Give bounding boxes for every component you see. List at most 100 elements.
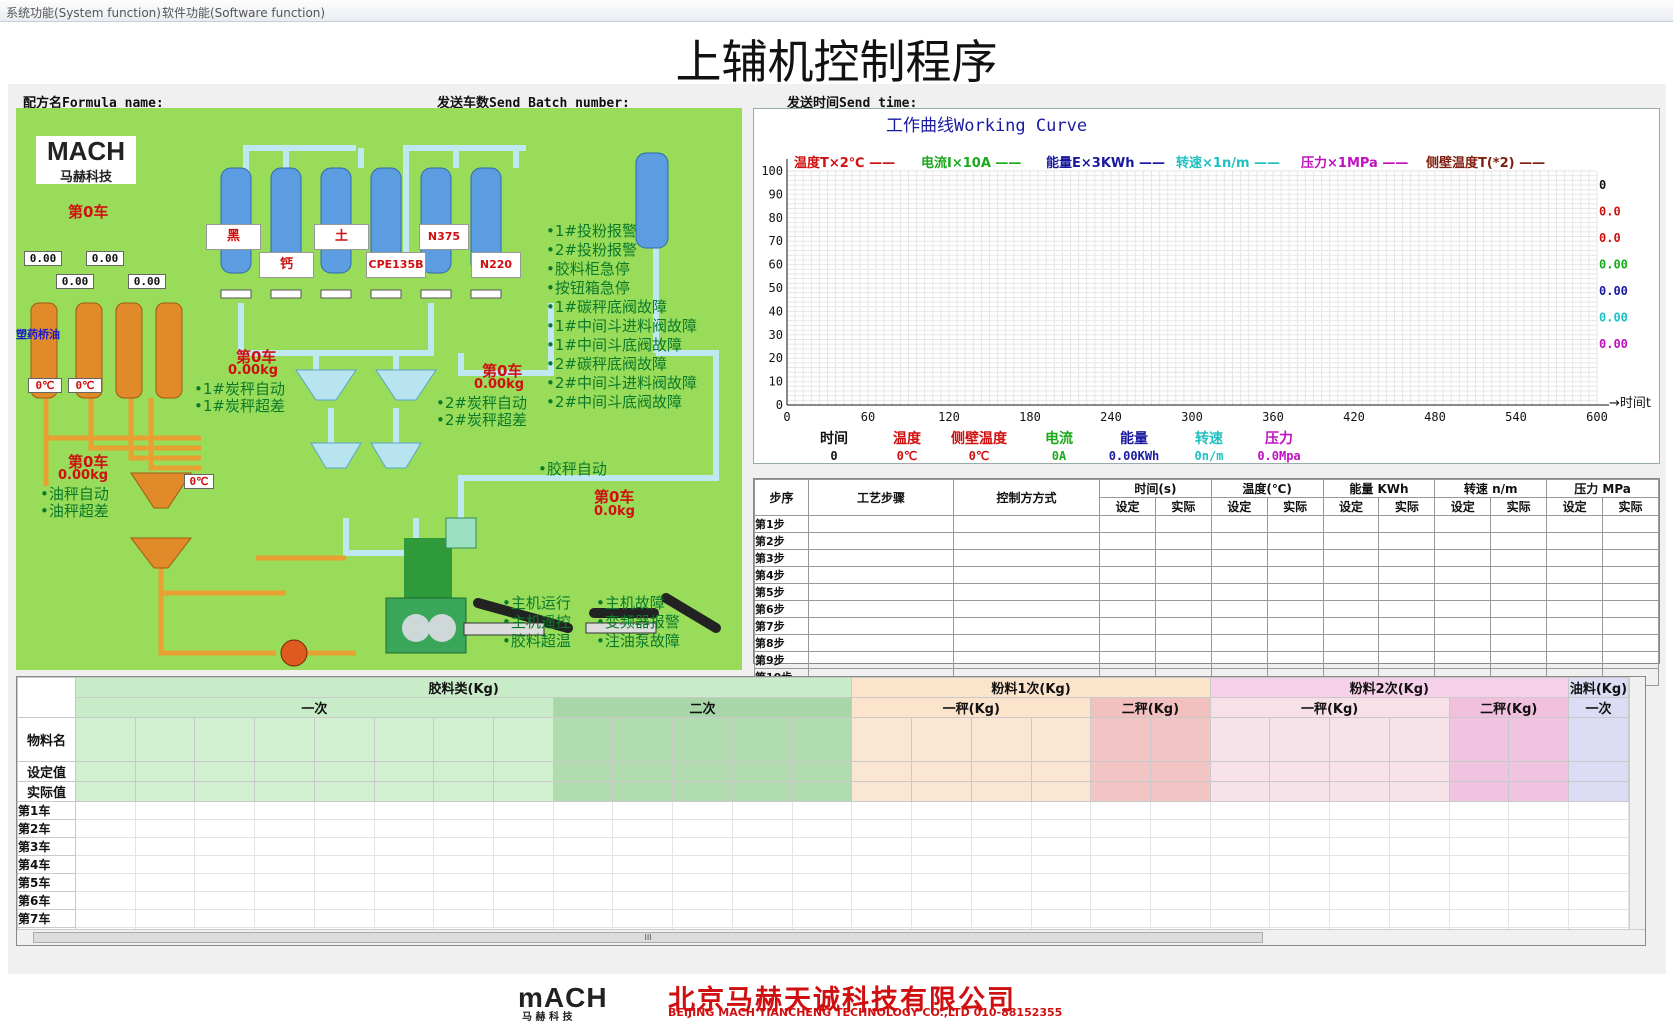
step-cell[interactable]	[808, 566, 954, 584]
material-cell[interactable]	[254, 909, 315, 928]
material-cell[interactable]	[672, 891, 733, 910]
material-cell[interactable]	[75, 717, 136, 762]
step-cell[interactable]	[1154, 617, 1212, 635]
material-cell[interactable]	[314, 946, 374, 947]
material-cell[interactable]	[1030, 909, 1092, 928]
material-cell[interactable]	[1388, 855, 1450, 874]
material-cell[interactable]	[672, 717, 733, 762]
material-cell[interactable]	[1269, 761, 1331, 782]
step-cell[interactable]	[1099, 549, 1156, 567]
material-cell[interactable]	[1508, 891, 1569, 910]
table-row[interactable]: 第3车	[17, 837, 1630, 856]
step-cell[interactable]	[1434, 583, 1492, 601]
material-cell[interactable]	[1269, 873, 1331, 892]
material-cell[interactable]	[194, 819, 256, 838]
material-cell[interactable]	[552, 855, 614, 874]
table-row[interactable]: 第7步	[754, 617, 1659, 635]
step-cell[interactable]	[1378, 532, 1436, 550]
material-cell[interactable]	[313, 891, 375, 910]
material-cell[interactable]	[791, 819, 853, 838]
step-cell[interactable]	[953, 566, 1100, 584]
material-cell[interactable]	[673, 946, 733, 947]
material-cell[interactable]	[1269, 819, 1331, 838]
material-cell[interactable]	[970, 761, 1032, 782]
material-cell[interactable]	[612, 761, 674, 782]
material-cell[interactable]	[373, 717, 435, 762]
material-cell[interactable]	[1448, 761, 1510, 782]
material-cell[interactable]	[313, 781, 375, 802]
material-cell[interactable]	[75, 801, 136, 820]
material-cell[interactable]	[493, 855, 554, 874]
material-cell[interactable]	[612, 909, 674, 928]
material-cell[interactable]	[1568, 946, 1628, 947]
table-row[interactable]: 第2步	[754, 532, 1659, 550]
material-cell[interactable]	[194, 717, 256, 762]
material-cell[interactable]	[552, 801, 614, 820]
material-cell[interactable]	[433, 801, 495, 820]
material-cell[interactable]	[374, 946, 434, 947]
material-cell[interactable]	[1329, 819, 1390, 838]
step-cell[interactable]	[1266, 617, 1324, 635]
material-cell[interactable]	[1030, 855, 1092, 874]
material-cell[interactable]	[255, 946, 315, 947]
material-cell[interactable]	[672, 873, 733, 892]
step-cell[interactable]	[808, 532, 954, 550]
material-cell[interactable]	[75, 837, 136, 856]
table-row[interactable]: 第1车	[17, 801, 1630, 820]
material-cell[interactable]	[612, 873, 674, 892]
material-cell[interactable]	[254, 837, 315, 856]
material-cell[interactable]	[851, 781, 913, 802]
material-cell[interactable]	[672, 801, 733, 820]
material-cell[interactable]	[1388, 819, 1450, 838]
material-cell[interactable]	[134, 891, 196, 910]
material-cell[interactable]	[194, 801, 256, 820]
material-cell[interactable]	[1269, 801, 1331, 820]
step-cell[interactable]	[1434, 515, 1492, 533]
material-cell[interactable]	[1210, 946, 1270, 947]
step-cell[interactable]	[1099, 532, 1156, 550]
step-cell[interactable]	[1154, 651, 1212, 669]
material-cell[interactable]	[970, 873, 1032, 892]
step-cell[interactable]	[953, 583, 1100, 601]
material-cell[interactable]	[1388, 837, 1450, 856]
material-cell[interactable]	[1448, 717, 1510, 762]
step-cell[interactable]	[1154, 549, 1212, 567]
step-cell[interactable]	[808, 617, 954, 635]
step-cell[interactable]	[1322, 583, 1380, 601]
step-cell[interactable]	[1099, 634, 1156, 652]
material-cell[interactable]	[1209, 837, 1271, 856]
step-cell[interactable]	[1602, 617, 1659, 635]
material-cell[interactable]	[493, 909, 554, 928]
material-cell[interactable]	[851, 837, 913, 856]
material-cell[interactable]	[1508, 837, 1569, 856]
material-cell[interactable]	[373, 761, 435, 782]
material-cell[interactable]	[1508, 761, 1569, 782]
step-cell[interactable]	[1266, 515, 1324, 533]
step-cell[interactable]	[808, 651, 954, 669]
material-cell[interactable]	[911, 855, 972, 874]
material-cell[interactable]	[1388, 873, 1450, 892]
material-cell[interactable]	[134, 909, 196, 928]
material-cell[interactable]	[433, 819, 495, 838]
material-cell[interactable]	[612, 891, 674, 910]
material-cell[interactable]	[313, 819, 375, 838]
step-cell[interactable]	[1210, 600, 1268, 618]
material-cell[interactable]	[1269, 909, 1331, 928]
material-cell[interactable]	[1090, 819, 1151, 838]
material-cell[interactable]	[552, 909, 614, 928]
step-cell[interactable]	[808, 549, 954, 567]
material-cell[interactable]	[851, 891, 913, 910]
step-cell[interactable]	[1210, 515, 1268, 533]
material-cell[interactable]	[552, 717, 614, 762]
material-cell[interactable]	[1149, 781, 1211, 802]
material-cell[interactable]	[313, 837, 375, 856]
material-cell[interactable]	[1448, 801, 1510, 820]
material-cell[interactable]	[1388, 891, 1450, 910]
material-cell[interactable]	[612, 819, 674, 838]
material-cell[interactable]	[493, 761, 554, 782]
material-cell[interactable]	[791, 781, 853, 802]
step-cell[interactable]	[1266, 583, 1324, 601]
material-cell[interactable]	[134, 855, 196, 874]
material-cell[interactable]	[1269, 781, 1331, 802]
step-cell[interactable]	[1546, 634, 1604, 652]
